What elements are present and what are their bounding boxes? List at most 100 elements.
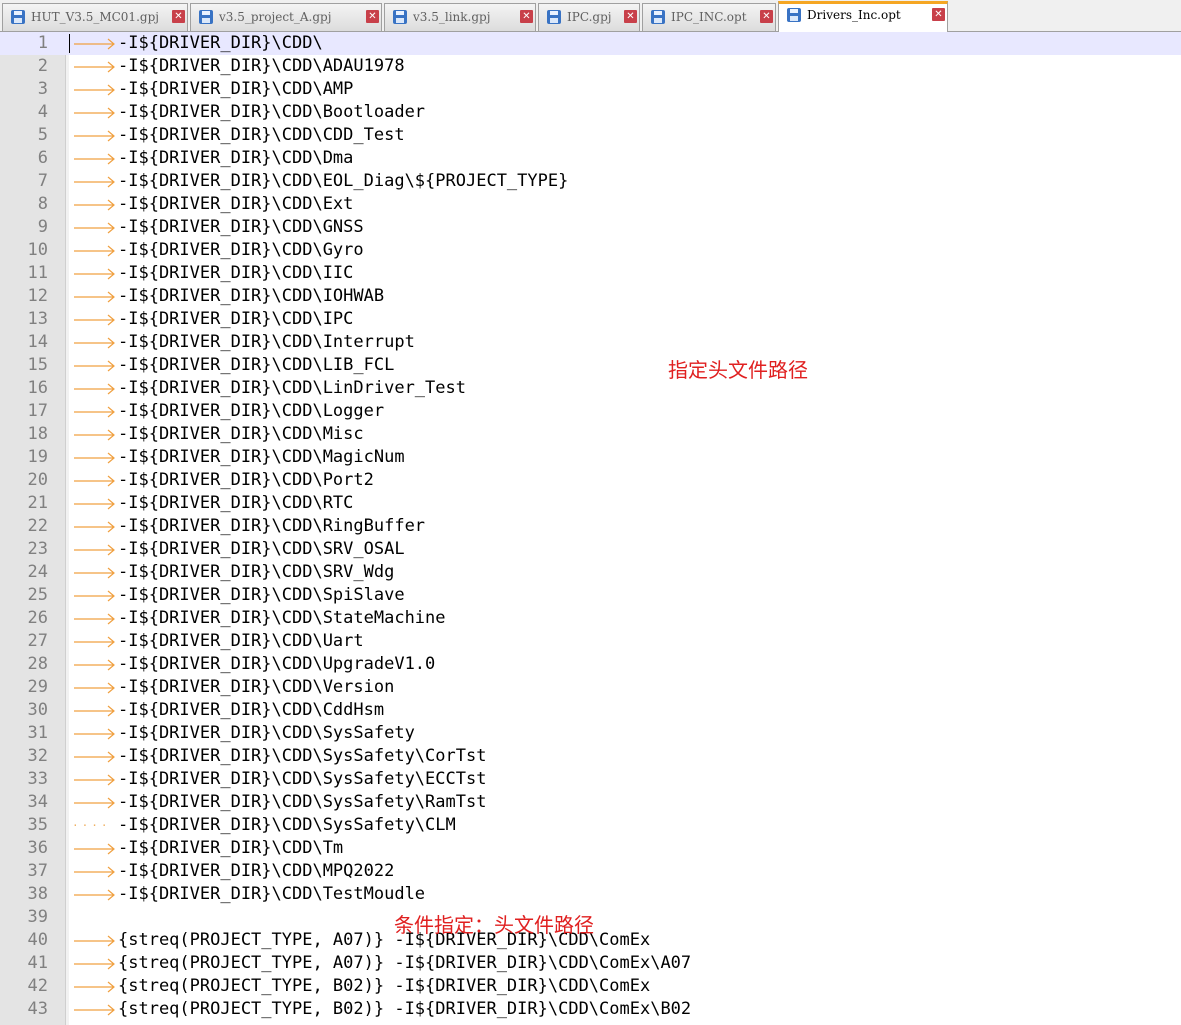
- line-text: -I${DRIVER_DIR}\CDD\Logger: [118, 401, 385, 421]
- tab-hut-v3-5-mc01-gpj[interactable]: HUT_V3.5_MC01.gpj ✕: [2, 3, 188, 31]
- code-line[interactable]: 18 -I${DRIVER_DIR}\CDD\Misc: [0, 423, 1181, 446]
- line-number: 34: [27, 792, 48, 812]
- line-text: -I${DRIVER_DIR}\CDD\MPQ2022: [118, 861, 395, 881]
- text-editor[interactable]: 1 -I${DRIVER_DIR}\CDD\ 2 -I${DRIVER_DIR}\CD…: [0, 32, 1181, 1025]
- code-line[interactable]: 11 -I${DRIVER_DIR}\CDD\IIC: [0, 262, 1181, 285]
- line-number: 31: [27, 723, 48, 743]
- code-line[interactable]: 42 {streq(PROJECT_TYPE, B02)} -I${DRIVER_…: [0, 975, 1181, 998]
- code-line[interactable]: 41 {streq(PROJECT_TYPE, A07)} -I${DRIVER_…: [0, 952, 1181, 975]
- close-icon[interactable]: ✕: [366, 10, 379, 23]
- code-line[interactable]: 17 -I${DRIVER_DIR}\CDD\Logger: [0, 400, 1181, 423]
- tab-arrow-icon: [74, 889, 115, 901]
- line-text: {streq(PROJECT_TYPE, B02)} -I${DRIVER_DI…: [118, 976, 651, 996]
- tab-v3-5-project-a-gpj[interactable]: v3.5_project_A.gpj ✕: [190, 3, 382, 31]
- line-number: 4: [37, 102, 48, 122]
- tab-arrow-icon: [74, 659, 115, 671]
- code-line[interactable]: 35 ···· -I${DRIVER_DIR}\CDD\SysSafety\CLM: [0, 814, 1181, 837]
- code-line[interactable]: 29 -I${DRIVER_DIR}\CDD\Version: [0, 676, 1181, 699]
- code-line[interactable]: 26 -I${DRIVER_DIR}\CDD\StateMachine: [0, 607, 1181, 630]
- tab-ipc-inc-opt[interactable]: IPC_INC.opt ✕: [642, 3, 776, 31]
- code-line[interactable]: 1 -I${DRIVER_DIR}\CDD\: [0, 32, 1181, 55]
- save-icon: [787, 8, 801, 22]
- code-line[interactable]: 28 -I${DRIVER_DIR}\CDD\UpgradeV1.0: [0, 653, 1181, 676]
- code-line[interactable]: 12 -I${DRIVER_DIR}\CDD\IOHWAB: [0, 285, 1181, 308]
- line-text: -I${DRIVER_DIR}\CDD\Uart: [118, 631, 364, 651]
- tab-ipc-gpj[interactable]: IPC.gpj ✕: [538, 3, 640, 31]
- line-text: -I${DRIVER_DIR}\CDD\EOL_Diag\${PROJECT_T…: [118, 171, 569, 191]
- code-line[interactable]: 20 -I${DRIVER_DIR}\CDD\Port2: [0, 469, 1181, 492]
- whitespace-dots-icon: ····: [72, 819, 111, 832]
- line-number: 24: [27, 562, 48, 582]
- tab-arrow-icon: [74, 866, 115, 878]
- tab-arrow-icon: [74, 268, 115, 280]
- close-icon[interactable]: ✕: [172, 10, 185, 23]
- tab-drivers-inc-opt[interactable]: Drivers_Inc.opt ✕: [778, 1, 948, 32]
- tab-arrow-icon: [74, 682, 115, 694]
- code-line[interactable]: 19 -I${DRIVER_DIR}\CDD\MagicNum: [0, 446, 1181, 469]
- line-number: 32: [27, 746, 48, 766]
- tab-arrow-icon: [74, 245, 115, 257]
- code-line[interactable]: 27 -I${DRIVER_DIR}\CDD\Uart: [0, 630, 1181, 653]
- line-number: 42: [27, 976, 48, 996]
- tab-arrow-icon: [74, 61, 115, 73]
- tab-v3-5-link-gpj[interactable]: v3.5_link.gpj ✕: [384, 3, 536, 31]
- code-line[interactable]: 31 -I${DRIVER_DIR}\CDD\SysSafety: [0, 722, 1181, 745]
- code-line[interactable]: 16 -I${DRIVER_DIR}\CDD\LinDriver_Test: [0, 377, 1181, 400]
- code-line[interactable]: 15 -I${DRIVER_DIR}\CDD\LIB_FCL: [0, 354, 1181, 377]
- tab-arrow-icon: [74, 636, 115, 648]
- code-line[interactable]: 43 {streq(PROJECT_TYPE, B02)} -I${DRIVER_…: [0, 998, 1181, 1021]
- code-line[interactable]: 30 -I${DRIVER_DIR}\CDD\CddHsm: [0, 699, 1181, 722]
- line-number: 27: [27, 631, 48, 651]
- tab-arrow-icon: [74, 751, 115, 763]
- code-line[interactable]: 2 -I${DRIVER_DIR}\CDD\ADAU1978: [0, 55, 1181, 78]
- tab-arrow-icon: [74, 613, 115, 625]
- line-number: 20: [27, 470, 48, 490]
- tab-label: IPC.gpj: [567, 10, 612, 24]
- save-icon: [651, 10, 665, 24]
- line-text: -I${DRIVER_DIR}\CDD\RTC: [118, 493, 354, 513]
- code-line[interactable]: 3 -I${DRIVER_DIR}\CDD\AMP: [0, 78, 1181, 101]
- tab-label: v3.5_project_A.gpj: [219, 10, 332, 24]
- code-line[interactable]: 36 -I${DRIVER_DIR}\CDD\Tm: [0, 837, 1181, 860]
- code-line[interactable]: 32 -I${DRIVER_DIR}\CDD\SysSafety\CorTst: [0, 745, 1181, 768]
- code-line[interactable]: 5 -I${DRIVER_DIR}\CDD\CDD_Test: [0, 124, 1181, 147]
- code-line[interactable]: 14 -I${DRIVER_DIR}\CDD\Interrupt: [0, 331, 1181, 354]
- code-line[interactable]: 8 -I${DRIVER_DIR}\CDD\Ext: [0, 193, 1181, 216]
- code-line[interactable]: 21 -I${DRIVER_DIR}\CDD\RTC: [0, 492, 1181, 515]
- code-line[interactable]: 13 -I${DRIVER_DIR}\CDD\IPC: [0, 308, 1181, 331]
- tab-arrow-icon: [74, 222, 115, 234]
- line-text: -I${DRIVER_DIR}\CDD\LinDriver_Test: [118, 378, 466, 398]
- tab-arrow-icon: [74, 728, 115, 740]
- close-icon[interactable]: ✕: [520, 10, 533, 23]
- code-line[interactable]: 23 -I${DRIVER_DIR}\CDD\SRV_OSAL: [0, 538, 1181, 561]
- code-line[interactable]: 33 -I${DRIVER_DIR}\CDD\SysSafety\ECCTst: [0, 768, 1181, 791]
- code-line[interactable]: 38 -I${DRIVER_DIR}\CDD\TestMoudle: [0, 883, 1181, 906]
- close-icon[interactable]: ✕: [932, 8, 945, 21]
- code-line[interactable]: 34 -I${DRIVER_DIR}\CDD\SysSafety\RamTst: [0, 791, 1181, 814]
- save-icon: [199, 10, 213, 24]
- code-line[interactable]: 25 -I${DRIVER_DIR}\CDD\SpiSlave: [0, 584, 1181, 607]
- line-text: -I${DRIVER_DIR}\CDD\RingBuffer: [118, 516, 426, 536]
- code-line[interactable]: 4 -I${DRIVER_DIR}\CDD\Bootloader: [0, 101, 1181, 124]
- code-line[interactable]: 7 -I${DRIVER_DIR}\CDD\EOL_Diag\${PROJECT_…: [0, 170, 1181, 193]
- code-line[interactable]: 24 -I${DRIVER_DIR}\CDD\SRV_Wdg: [0, 561, 1181, 584]
- annotation-conditional-include-paths: 条件指定：头文件路径: [394, 913, 594, 937]
- code-line[interactable]: 22 -I${DRIVER_DIR}\CDD\RingBuffer: [0, 515, 1181, 538]
- line-text: -I${DRIVER_DIR}\CDD\SysSafety\CLM: [118, 815, 456, 835]
- line-number: 39: [27, 907, 48, 927]
- tab-arrow-icon: [74, 958, 115, 970]
- close-icon[interactable]: ✕: [624, 10, 637, 23]
- tab-label: Drivers_Inc.opt: [807, 8, 901, 22]
- line-number: 18: [27, 424, 48, 444]
- line-text: -I${DRIVER_DIR}\CDD\Ext: [118, 194, 354, 214]
- code-line[interactable]: 10 -I${DRIVER_DIR}\CDD\Gyro: [0, 239, 1181, 262]
- code-line[interactable]: 37 -I${DRIVER_DIR}\CDD\MPQ2022: [0, 860, 1181, 883]
- close-icon[interactable]: ✕: [760, 10, 773, 23]
- line-text: -I${DRIVER_DIR}\CDD\Interrupt: [118, 332, 415, 352]
- tab-arrow-icon: [74, 84, 115, 96]
- code-line[interactable]: 9 -I${DRIVER_DIR}\CDD\GNSS: [0, 216, 1181, 239]
- code-line[interactable]: 6 -I${DRIVER_DIR}\CDD\Dma: [0, 147, 1181, 170]
- line-number: 13: [27, 309, 48, 329]
- line-text: -I${DRIVER_DIR}\CDD\Dma: [118, 148, 354, 168]
- line-number: 21: [27, 493, 48, 513]
